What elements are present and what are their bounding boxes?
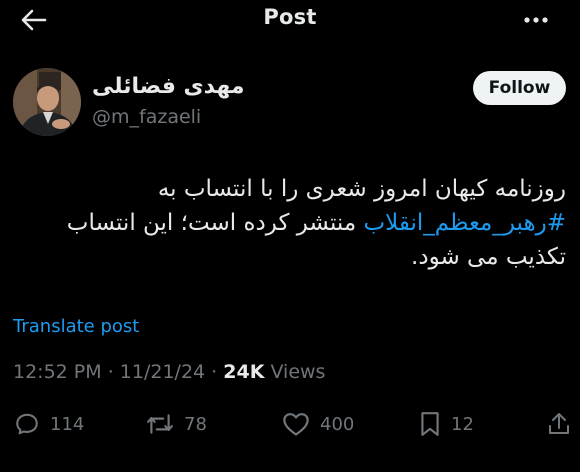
page-title: Post — [263, 5, 317, 29]
share-icon — [549, 413, 569, 434]
more-horizontal-icon — [524, 17, 548, 23]
bookmark-count: 12 — [451, 413, 474, 435]
avatar[interactable] — [13, 68, 81, 136]
tweet-line-text: منتشر کرده است؛ این انتساب — [66, 210, 364, 236]
tweet-line: #رهبر_معظم_انقلاب منتشر کرده است؛ این ان… — [14, 206, 566, 240]
bookmark-button[interactable]: 12 — [419, 408, 474, 440]
tweet-line: روزنامه کیهان امروز شعری را با انتساب به — [157, 176, 566, 202]
post-time[interactable]: 12:52 PM — [13, 361, 102, 383]
translate-post-link[interactable]: Translate post — [13, 316, 139, 337]
views-label: Views — [264, 361, 326, 383]
follow-button[interactable]: Follow — [473, 71, 566, 105]
post-date[interactable]: 11/21/24 — [120, 361, 205, 383]
post-metadata: 12:52 PM · 11/21/24 · 24K Views — [13, 361, 325, 383]
hashtag-link[interactable]: #رهبر_معظم_انقلاب — [363, 210, 566, 236]
meta-separator: · — [101, 361, 120, 383]
bookmark-icon — [421, 412, 439, 436]
repost-count: 78 — [184, 413, 207, 435]
more-button[interactable] — [520, 4, 552, 36]
author-name[interactable]: مهدی فضائلی — [92, 74, 245, 99]
like-count: 400 — [320, 413, 355, 435]
action-bar: 114 78 400 12 — [0, 408, 580, 440]
reply-icon — [16, 413, 38, 435]
repost-button[interactable]: 78 — [146, 408, 207, 440]
repost-icon — [147, 414, 173, 434]
meta-separator: · — [205, 361, 224, 383]
share-button[interactable] — [548, 408, 570, 440]
views-count: 24K — [223, 361, 265, 383]
tweet-text: روزنامه کیهان امروز شعری را با انتساب به… — [14, 172, 566, 274]
avatar-photo — [13, 68, 81, 136]
reply-button[interactable]: 114 — [14, 408, 84, 440]
header: Post — [0, 0, 580, 40]
tweet-line: تکذیب می شود. — [411, 244, 566, 270]
reply-count: 114 — [50, 413, 85, 435]
heart-icon — [283, 413, 309, 436]
author-handle[interactable]: @m_fazaeli — [92, 106, 201, 128]
like-button[interactable]: 400 — [282, 408, 354, 440]
post-page: Post مهدی فضائلی @m_fazaeli Follow روزنا… — [0, 0, 580, 472]
